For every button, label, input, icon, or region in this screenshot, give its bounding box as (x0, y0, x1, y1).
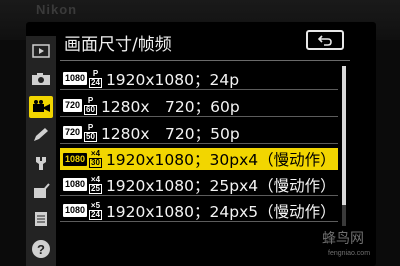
mode-icon: 1080 ×4 30 (63, 150, 102, 168)
watermark: 蜂鸟网 (322, 231, 364, 247)
watermark-url: fengniao.com (328, 250, 371, 257)
mode-icon: 1080 ×4 25 (63, 174, 102, 194)
mode-icon: 1080 P 24 (63, 68, 102, 88)
scroll-thumb[interactable] (342, 66, 346, 205)
fps-bottom: 50 (84, 131, 97, 142)
option-row[interactable]: 1080 P 24 1920x1080；24p (60, 68, 338, 90)
fps-bottom: 60 (84, 104, 97, 115)
wrench-icon (36, 157, 46, 170)
brand-logo: Nikon (36, 2, 78, 17)
retouch-menu-tab[interactable] (29, 180, 53, 202)
resolution-badge: 1080 (63, 72, 88, 85)
my-menu-tab[interactable] (29, 208, 53, 230)
option-row-selected[interactable]: 1080 ×4 30 1920x1080；30px4（慢动作） (60, 148, 338, 170)
help-button[interactable]: ? (29, 238, 53, 260)
scrollbar[interactable] (342, 66, 346, 226)
menu-sidebar: ? (26, 36, 56, 266)
fps-top: P (92, 68, 99, 78)
fps-badge: P 24 (89, 68, 102, 88)
mode-icon: 720 P 50 (63, 122, 97, 142)
title-divider (60, 60, 350, 61)
playback-icon (32, 44, 50, 58)
pencil-icon (34, 128, 48, 141)
resolution-badge: 720 (63, 126, 83, 139)
fps-bottom: 24 (89, 209, 102, 220)
fps-badge: P 60 (84, 95, 97, 115)
option-label: 1920x1080；25px4（慢动作） (105, 176, 336, 195)
option-label: 1280x 720；50p (100, 124, 240, 143)
my-menu-icon (35, 212, 47, 226)
resolution-badge: 1080 (63, 204, 88, 217)
mode-icon: 720 P 60 (63, 95, 97, 115)
fps-badge: ×4 30 (89, 150, 102, 168)
option-row[interactable]: 720 P 50 1280x 720；50p (60, 122, 338, 144)
fps-bottom: 24 (89, 77, 102, 88)
option-label: 1920x1080；24p (105, 70, 240, 89)
resolution-badge: 720 (63, 99, 83, 112)
fps-top: ×4 (90, 149, 101, 158)
fps-top: ×4 (90, 174, 101, 184)
mode-icon: 1080 ×5 24 (63, 200, 102, 220)
resolution-badge: 1080 (63, 152, 88, 166)
movie-menu-tab[interactable] (29, 96, 53, 118)
option-row[interactable]: 720 P 60 1280x 720；60p (60, 95, 338, 117)
help-glyph: ? (37, 241, 45, 257)
fps-top: P (87, 95, 94, 105)
fps-badge: P 50 (84, 122, 97, 142)
setup-menu-tab[interactable] (29, 152, 53, 174)
custom-settings-tab[interactable] (29, 124, 53, 146)
fps-bottom: 30 (89, 158, 102, 168)
option-label: 1280x 720；60p (100, 97, 240, 116)
fps-badge: ×4 25 (89, 174, 102, 194)
option-label: 1920x1080；24px5（慢动作） (105, 202, 336, 221)
page-title: 画面尺寸/帧频 (64, 35, 172, 55)
return-arrow-icon (317, 35, 332, 46)
movie-icon (33, 100, 50, 112)
resolution-badge: 1080 (63, 178, 88, 191)
help-icon: ? (32, 240, 50, 258)
fps-top: ×5 (90, 200, 101, 210)
option-row[interactable]: 1080 ×5 24 1920x1080；24px5（慢动作） (60, 200, 338, 222)
back-button[interactable] (306, 30, 344, 50)
playback-menu-tab[interactable] (29, 40, 53, 62)
shooting-menu-tab[interactable] (29, 68, 53, 90)
fps-badge: ×5 24 (89, 200, 102, 220)
option-label: 1920x1080；30px4（慢动作） (105, 151, 336, 169)
fps-top: P (87, 122, 94, 132)
camera-icon (32, 73, 50, 85)
retouch-icon (34, 183, 50, 198)
fps-bottom: 25 (89, 183, 102, 194)
option-row[interactable]: 1080 ×4 25 1920x1080；25px4（慢动作） (60, 174, 338, 196)
